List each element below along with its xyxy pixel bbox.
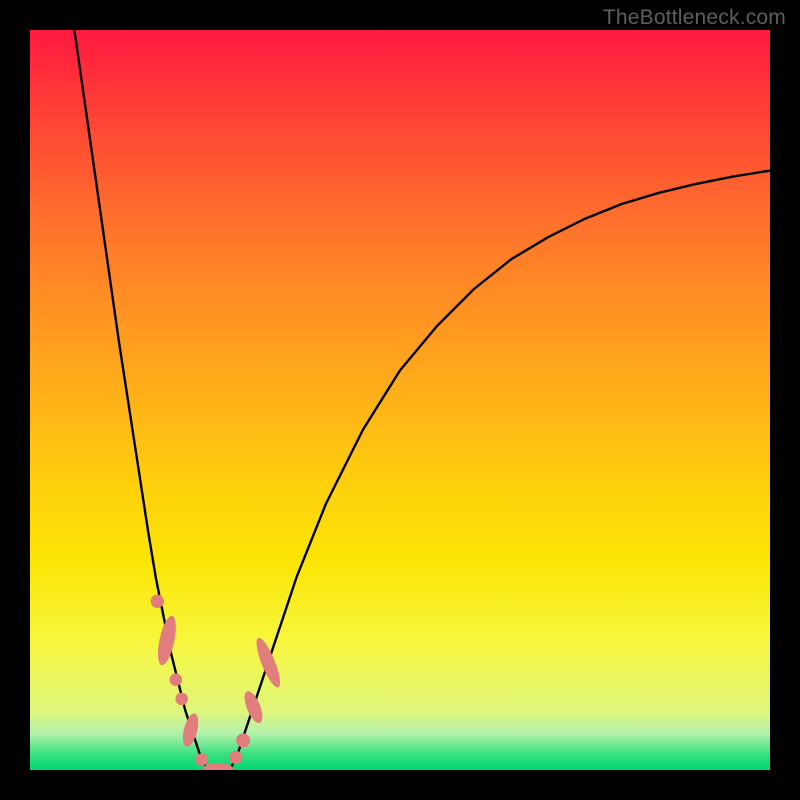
marker-floor-pill bbox=[202, 763, 233, 770]
curve-left-branch bbox=[74, 30, 207, 770]
marker-left-dot-a bbox=[175, 693, 188, 706]
chart-frame: TheBottleneck.com bbox=[0, 0, 800, 800]
marker-right-upper-a bbox=[252, 636, 284, 690]
marker-left-dot-bottom bbox=[195, 753, 208, 766]
marker-left-pill-1 bbox=[180, 712, 201, 748]
marker-right-dot-1 bbox=[236, 733, 250, 747]
marker-left-dot-b bbox=[169, 673, 182, 686]
curve-right-branch bbox=[230, 171, 770, 770]
chart-svg bbox=[30, 30, 770, 770]
plot-area bbox=[30, 30, 770, 770]
watermark-label: TheBottleneck.com bbox=[603, 6, 786, 30]
marker-left-pill-2 bbox=[154, 614, 179, 666]
marker-right-dot-2 bbox=[229, 751, 242, 764]
marker-left-dot-top bbox=[151, 595, 164, 608]
marker-right-upper-b bbox=[241, 689, 266, 726]
